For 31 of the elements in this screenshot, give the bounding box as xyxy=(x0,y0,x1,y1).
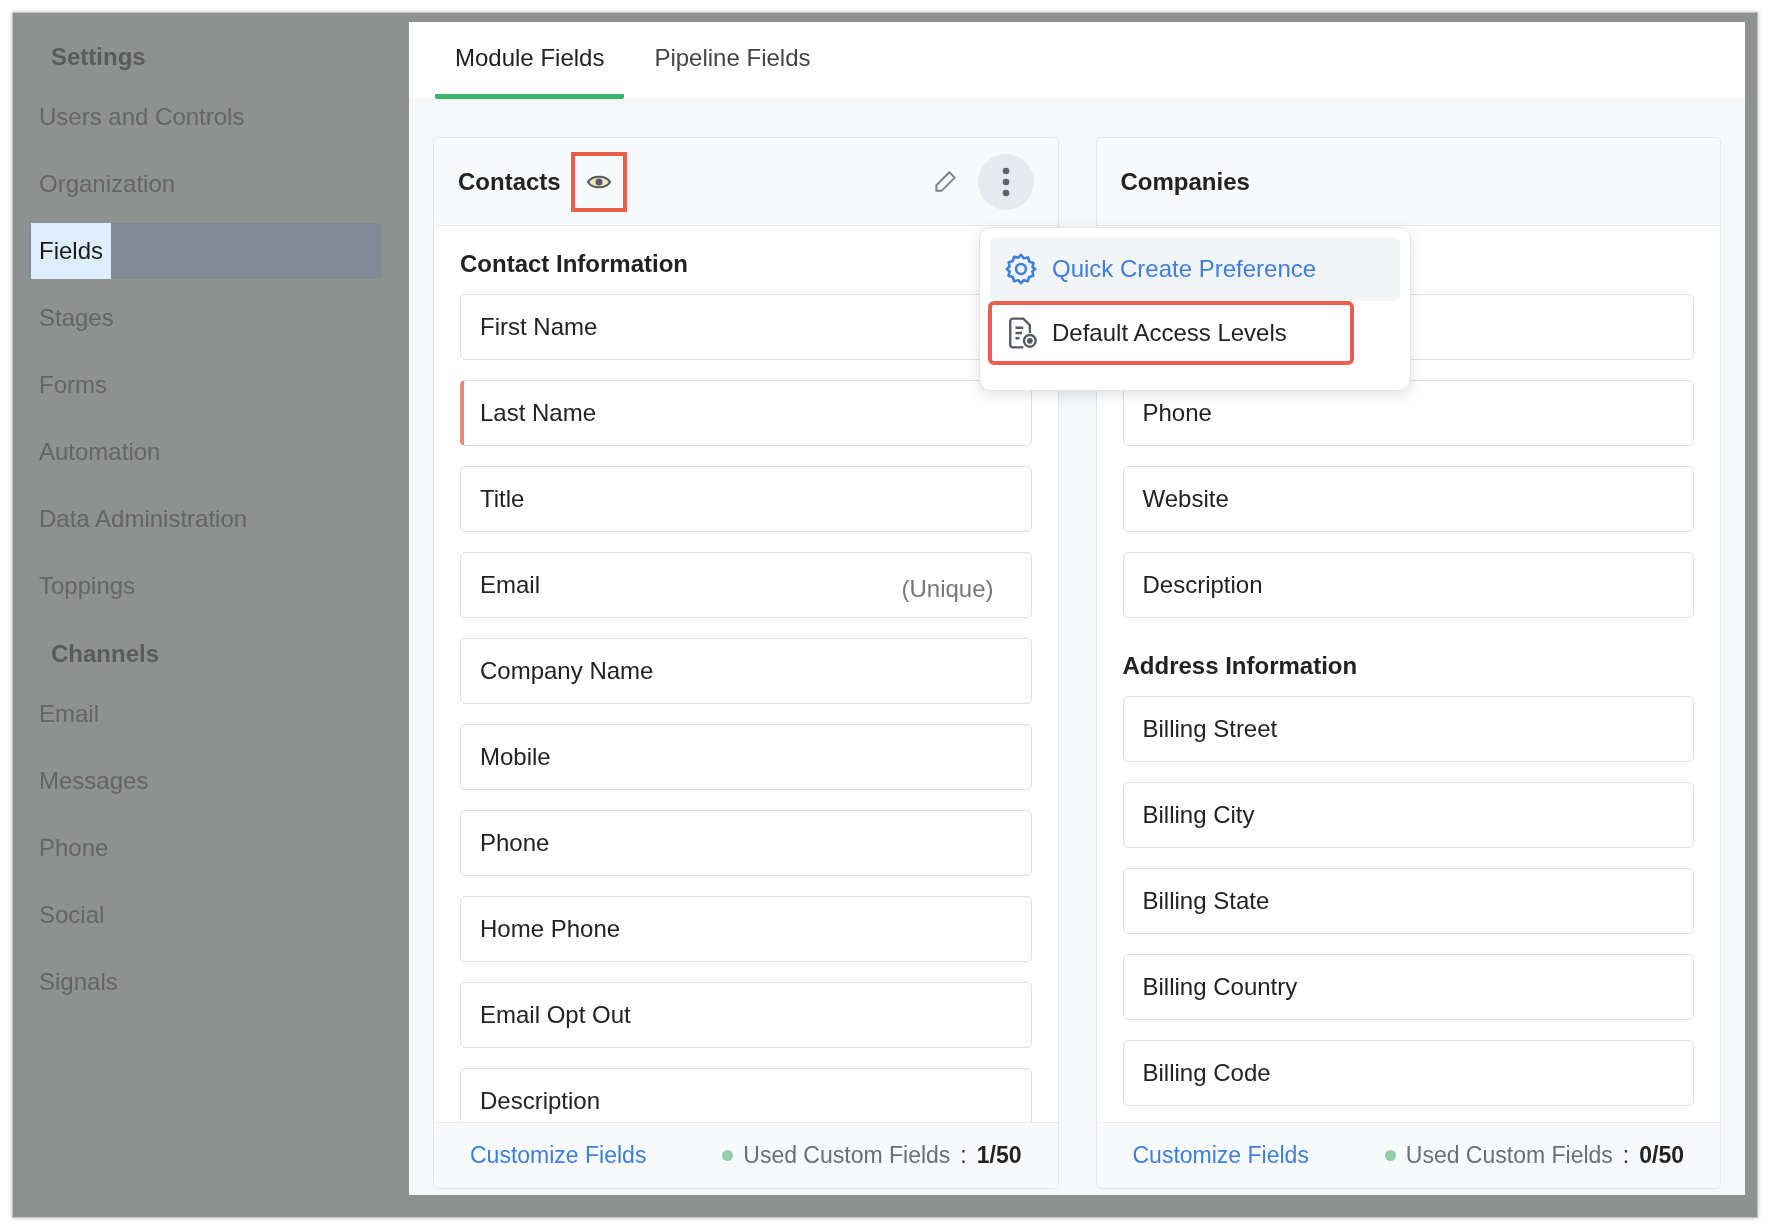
field-label: Title xyxy=(480,484,525,514)
field-label: First Name xyxy=(480,312,598,342)
field-label: Billing Code xyxy=(1142,1058,1271,1088)
field-label: Billing City xyxy=(1142,800,1255,830)
field-label: Billing Street xyxy=(1142,714,1278,744)
field-label: Phone xyxy=(480,828,550,858)
field-tag: (Unique) xyxy=(901,571,994,607)
section-title: Address Information xyxy=(1122,651,1358,678)
field-label: Home Phone xyxy=(480,914,621,944)
field-label: Website xyxy=(1142,484,1229,514)
used-fields-label: Used Custom Fields xyxy=(1405,1141,1613,1171)
module-title: Companies xyxy=(1120,166,1250,197)
field-label: Phone xyxy=(1142,398,1212,428)
field-label: Email Opt Out xyxy=(480,1000,631,1030)
field-label: Billing State xyxy=(1142,886,1270,916)
separator: : xyxy=(960,1141,967,1171)
field-label: Company Name xyxy=(480,656,654,686)
field-label: Mobile xyxy=(480,742,551,772)
field-label: Last Name xyxy=(480,398,597,428)
module-title: Contacts xyxy=(458,166,561,197)
used-fields-count: 0/50 xyxy=(1639,1141,1684,1171)
menu-item-label: Quick Create Preference xyxy=(1052,254,1317,284)
field-label: Description xyxy=(480,1086,601,1116)
section-title: Contact Information xyxy=(460,249,688,276)
used-fields-label: Used Custom Fields xyxy=(743,1141,951,1171)
separator: : xyxy=(1622,1141,1630,1171)
field-label: Description xyxy=(1142,570,1263,600)
field-label: Billing Country xyxy=(1142,972,1298,1002)
used-fields-count: 1/50 xyxy=(976,1141,1022,1171)
field-label: Email xyxy=(480,570,540,600)
menu-item-label: Default Access Levels xyxy=(1052,318,1287,348)
